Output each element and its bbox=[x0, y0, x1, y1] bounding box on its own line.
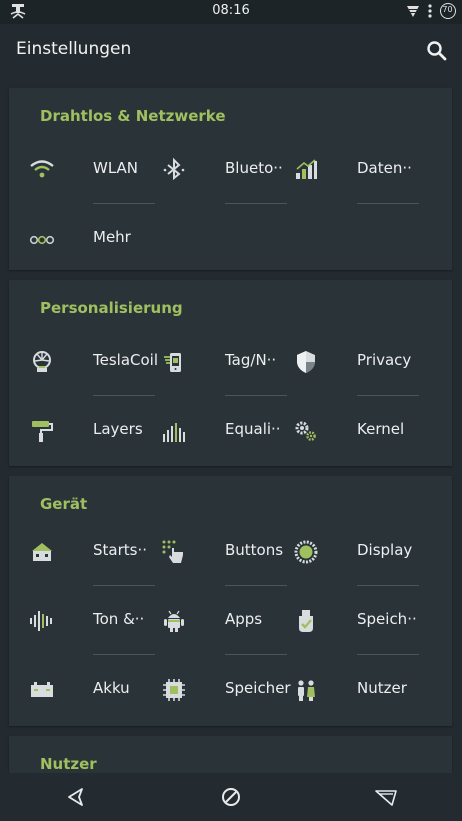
tile-label: Daten·· bbox=[357, 159, 412, 177]
tile-home-screen[interactable]: Starts·· bbox=[9, 517, 155, 586]
tile-label: Layers bbox=[93, 420, 143, 438]
status-bar: 08:16 70 bbox=[0, 0, 462, 24]
tile-label: Display bbox=[357, 541, 413, 559]
home-icon[interactable] bbox=[219, 785, 243, 809]
tile-kernel[interactable]: Kernel bbox=[273, 396, 405, 465]
signal-icon bbox=[407, 6, 419, 17]
shield-icon bbox=[297, 351, 315, 373]
tile-label: WLAN bbox=[93, 159, 139, 177]
tile-label: Ton &·· bbox=[93, 610, 145, 628]
battery-indicator-icon: 70 bbox=[440, 3, 456, 19]
home-screen-icon bbox=[32, 543, 52, 561]
tile-label: Kernel bbox=[357, 420, 405, 438]
storage-icon bbox=[299, 610, 313, 632]
tile-sound[interactable]: Ton &·· bbox=[9, 586, 155, 655]
tile-label: Tag/N·· bbox=[225, 351, 277, 369]
tile-teslacoil[interactable]: TeslaCoil bbox=[9, 327, 158, 396]
more-icon bbox=[29, 235, 55, 245]
tile-apps[interactable]: Apps bbox=[141, 586, 287, 655]
tile-buttons[interactable]: Buttons bbox=[141, 517, 287, 586]
tile-label: Starts·· bbox=[93, 541, 147, 559]
battery-level: 70 bbox=[442, 5, 453, 14]
tile-users[interactable]: Nutzer bbox=[273, 655, 407, 724]
tile-label: Akku bbox=[93, 679, 130, 697]
battery-icon bbox=[31, 682, 53, 697]
android-icon bbox=[164, 610, 184, 632]
tile-label: Speich·· bbox=[357, 610, 417, 628]
section-card-user: Nutzer bbox=[9, 736, 452, 773]
section-title: Drahtlos & Netzwerke bbox=[40, 107, 226, 125]
tile-display[interactable]: Display bbox=[273, 517, 419, 586]
tile-wlan[interactable]: WLAN bbox=[9, 135, 155, 204]
section-title: Nutzer bbox=[40, 755, 97, 773]
touch-icon bbox=[162, 540, 183, 563]
tile-more[interactable]: Mehr bbox=[9, 204, 141, 273]
tile-privacy[interactable]: Privacy bbox=[273, 327, 419, 396]
tile-storage[interactable]: Speich·· bbox=[273, 586, 419, 655]
tile-day-night[interactable]: Tag/N·· bbox=[141, 327, 287, 396]
gears-icon bbox=[295, 421, 316, 441]
section-card-wireless: Drahtlos & Netzwerke WLAN Blueto·· Daten… bbox=[9, 88, 452, 270]
tile-layers[interactable]: Layers bbox=[9, 396, 143, 465]
section-title: Gerät bbox=[40, 495, 88, 513]
tile-memory[interactable]: Speicher bbox=[141, 655, 291, 724]
tile-label: Mehr bbox=[93, 228, 131, 246]
data-usage-icon bbox=[296, 159, 317, 179]
section-title: Personalisierung bbox=[40, 299, 183, 317]
app-bar: Einstellungen bbox=[0, 24, 462, 80]
settings-list[interactable]: Drahtlos & Netzwerke WLAN Blueto·· Daten… bbox=[0, 80, 462, 773]
tile-battery[interactable]: Akku bbox=[9, 655, 141, 724]
tile-equalizer[interactable]: Equali·· bbox=[141, 396, 281, 465]
section-card-device: Gerät Starts·· Buttons Display Ton &·· A… bbox=[9, 476, 452, 726]
page-title: Einstellungen bbox=[16, 39, 132, 59]
tile-data-usage[interactable]: Daten·· bbox=[273, 135, 419, 204]
display-icon bbox=[294, 540, 318, 564]
tesla-coil-icon bbox=[33, 351, 51, 372]
recents-icon[interactable] bbox=[374, 785, 398, 809]
paint-roller-icon bbox=[32, 421, 53, 442]
day-night-icon bbox=[164, 353, 181, 372]
users-icon bbox=[298, 680, 315, 701]
status-time: 08:16 bbox=[212, 3, 250, 18]
overflow-icon bbox=[428, 4, 432, 18]
equalizer-icon bbox=[163, 423, 185, 442]
tile-label: Apps bbox=[225, 610, 263, 628]
section-card-personalization: Personalisierung TeslaCoil Tag/N·· Priva… bbox=[9, 280, 452, 466]
search-icon[interactable] bbox=[424, 38, 450, 64]
bluetooth-icon bbox=[163, 157, 185, 181]
navigation-bar bbox=[0, 773, 462, 821]
tile-bluetooth[interactable]: Blueto·· bbox=[141, 135, 287, 204]
wifi-icon bbox=[30, 160, 54, 178]
sound-icon bbox=[30, 611, 52, 631]
tile-label: Nutzer bbox=[357, 679, 407, 697]
tile-label: Privacy bbox=[357, 351, 412, 369]
memory-icon bbox=[163, 679, 185, 701]
back-icon[interactable] bbox=[64, 785, 88, 809]
